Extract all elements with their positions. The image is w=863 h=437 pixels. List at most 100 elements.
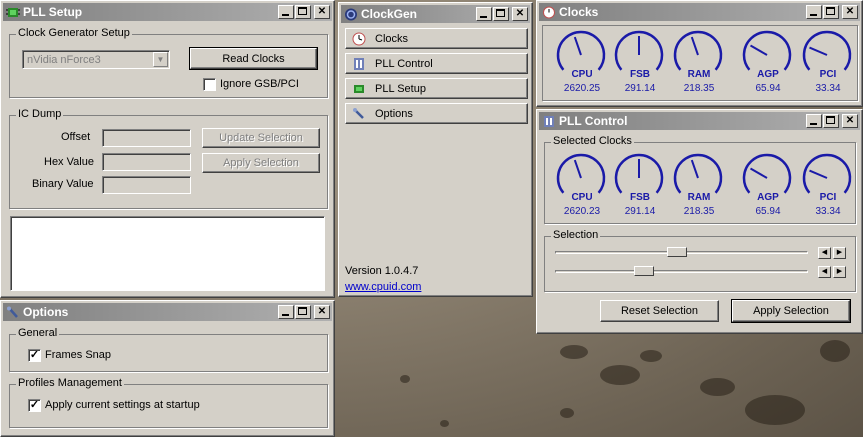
- group-label: Clock Generator Setup: [16, 27, 132, 39]
- maximize-button[interactable]: [295, 305, 311, 319]
- gauge-dial-icon: [614, 153, 664, 194]
- gauge-pci: PCI 33.34: [801, 152, 855, 222]
- apply-selection-button[interactable]: Apply Selection: [731, 299, 851, 323]
- gauge-needle: [809, 169, 828, 179]
- gauge-arc: [802, 30, 852, 71]
- maximize-button[interactable]: [493, 7, 509, 21]
- gauge-value: 65.94: [755, 206, 781, 217]
- gauge-dial-icon: [556, 153, 606, 194]
- gauge-label: FSB: [630, 192, 650, 203]
- binary-value-label: Binary Value: [32, 178, 94, 190]
- pll-control-titlebar[interactable]: PLL Control ✕: [539, 112, 860, 130]
- slider1-increase-button[interactable]: ▶: [833, 247, 846, 259]
- minimize-button[interactable]: [278, 305, 294, 319]
- gauge-value: 2620.23: [563, 206, 601, 217]
- gauge-label: RAM: [687, 69, 711, 80]
- slider2-decrease-button[interactable]: ◀: [818, 266, 831, 278]
- read-clocks-button[interactable]: Read Clocks: [189, 47, 318, 70]
- ignore-gsb-checkbox[interactable]: [203, 78, 216, 91]
- clockgen-titlebar[interactable]: ClockGen ✕: [341, 5, 530, 23]
- nav-options-button[interactable]: Options: [345, 103, 528, 124]
- gauge-needle: [573, 159, 582, 179]
- clock-icon: [543, 6, 555, 18]
- window-title: ClockGen: [361, 7, 418, 21]
- close-button[interactable]: ✕: [842, 5, 858, 19]
- nav-clocks-button[interactable]: Clocks: [345, 28, 528, 49]
- gauge-fsb: FSB 291.14: [613, 29, 667, 99]
- update-selection-button[interactable]: Update Selection: [202, 128, 320, 148]
- gauge-arc: [742, 153, 792, 194]
- close-button[interactable]: ✕: [314, 5, 330, 19]
- gauge-needle: [809, 46, 828, 56]
- gauge-label: AGP: [757, 192, 779, 203]
- binary-value-field[interactable]: [102, 176, 191, 194]
- slider2-increase-button[interactable]: ▶: [833, 266, 846, 278]
- hex-value-field[interactable]: [102, 153, 191, 171]
- gauge-value: 291.14: [624, 206, 656, 217]
- gauge-needle: [690, 159, 699, 179]
- minimize-button[interactable]: [806, 5, 822, 19]
- offset-field[interactable]: [102, 129, 191, 147]
- gauge-value: 291.14: [624, 83, 656, 94]
- nav-label: Options: [375, 107, 413, 120]
- group-label: IC Dump: [16, 108, 64, 120]
- group-label: Profiles Management: [16, 377, 124, 389]
- reset-selection-button[interactable]: Reset Selection: [600, 300, 719, 322]
- gauge-dial-icon: [802, 153, 852, 194]
- gauge-value: 33.34: [815, 206, 841, 217]
- gauge-arc: [556, 153, 606, 194]
- gauge-cpu: CPU 2620.25: [555, 29, 609, 99]
- chevron-down-icon[interactable]: ▼: [153, 52, 168, 67]
- maximize-button[interactable]: [295, 5, 311, 19]
- pll-control-icon: [544, 115, 554, 127]
- gauge-dial-icon: [556, 30, 606, 71]
- clocks-window: Clocks ✕ CPU 2620.25 FSB 291.14 RAM 218.35 AGP…: [536, 0, 863, 107]
- gauge-arc: [673, 30, 723, 71]
- frames-snap-checkbox[interactable]: ✓: [28, 349, 41, 362]
- window-title: Clocks: [559, 5, 599, 19]
- nav-pll-setup-button[interactable]: PLL Setup: [345, 78, 528, 99]
- apply-startup-checkbox[interactable]: ✓: [28, 399, 41, 412]
- selection-slider-track-2: [555, 270, 808, 273]
- nav-label: PLL Control: [375, 57, 433, 70]
- wrench-icon: [7, 306, 18, 318]
- gauge-ram: RAM 218.35: [672, 152, 726, 222]
- options-titlebar[interactable]: Options ✕: [3, 303, 332, 321]
- nav-pll-control-button[interactable]: PLL Control: [345, 53, 528, 74]
- maximize-button[interactable]: [823, 5, 839, 19]
- group-label: Selected Clocks: [551, 135, 634, 147]
- maximize-button[interactable]: [823, 114, 839, 128]
- gauge-dial-icon: [673, 30, 723, 71]
- gauge-needle: [573, 36, 582, 56]
- pll-setup-titlebar[interactable]: PLL Setup ✕: [3, 3, 332, 21]
- minimize-button[interactable]: [476, 7, 492, 21]
- clockgen-window: ClockGen ✕ Clocks PLL Control PLL Setup …: [338, 2, 533, 297]
- minimize-button[interactable]: [806, 114, 822, 128]
- close-button[interactable]: ✕: [842, 114, 858, 128]
- selection-slider-thumb-2[interactable]: [634, 266, 655, 276]
- gauge-needle: [750, 44, 768, 56]
- options-window: Options ✕ General ✓ Frames Snap Profiles…: [0, 300, 335, 437]
- ignore-gsb-label: Ignore GSB/PCI: [220, 78, 299, 90]
- minimize-button[interactable]: [278, 5, 294, 19]
- clocks-titlebar[interactable]: Clocks ✕: [539, 3, 860, 21]
- close-button[interactable]: ✕: [512, 7, 528, 21]
- gauge-ram: RAM 218.35: [672, 29, 726, 99]
- cpuid-link[interactable]: www.cpuid.com: [345, 281, 421, 293]
- group-label: General: [16, 327, 60, 339]
- wrench-icon: [353, 107, 364, 119]
- log-textarea[interactable]: [10, 216, 325, 291]
- chipset-select[interactable]: nVidia nForce3 ▼: [22, 50, 170, 69]
- slider1-decrease-button[interactable]: ◀: [818, 247, 831, 259]
- gauge-label: AGP: [757, 69, 779, 80]
- apply-selection-button[interactable]: Apply Selection: [202, 153, 320, 173]
- group-label: Selection: [551, 229, 601, 241]
- gauge-label: PCI: [819, 69, 837, 80]
- selection-slider-thumb-1[interactable]: [666, 247, 687, 257]
- close-button[interactable]: ✕: [314, 305, 330, 319]
- gauge-arc: [742, 30, 792, 71]
- gauge-fsb: FSB 291.14: [613, 152, 667, 222]
- clockgen-logo-icon: [345, 8, 357, 20]
- nav-label: Clocks: [375, 32, 409, 45]
- gauge-label: CPU: [571, 69, 593, 80]
